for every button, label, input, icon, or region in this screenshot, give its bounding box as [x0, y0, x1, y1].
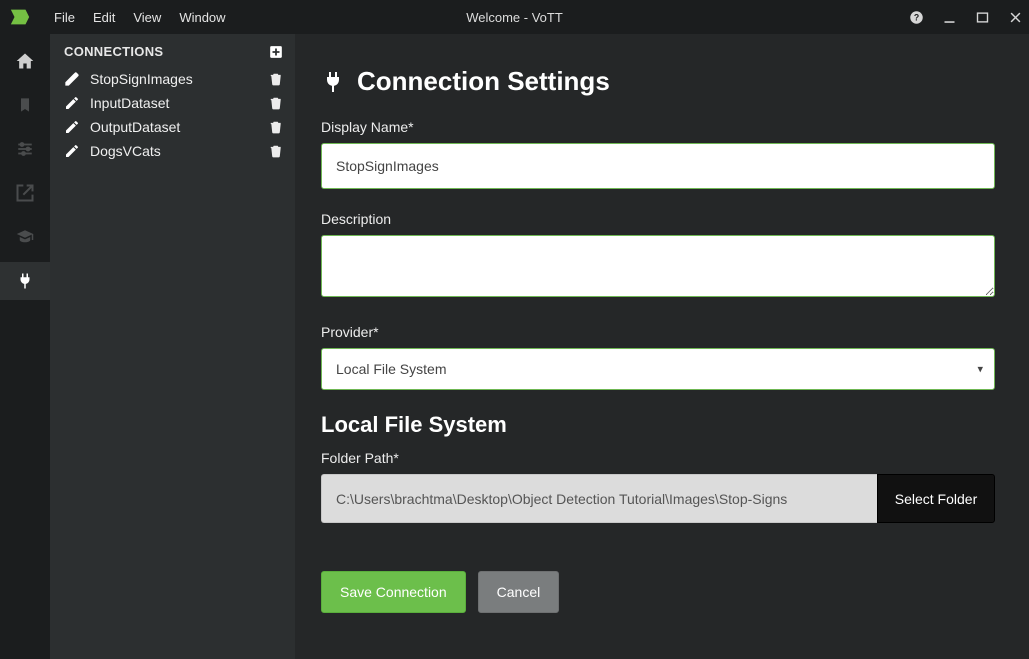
sidebar-item-label: StopSignImages: [90, 71, 193, 87]
section-title: Local File System: [321, 412, 995, 438]
edit-icon: [64, 71, 80, 87]
sidebar-item-label: OutputDataset: [90, 119, 180, 135]
svg-text:?: ?: [914, 12, 919, 22]
select-folder-button[interactable]: Select Folder: [877, 474, 995, 523]
sidebar-title: CONNECTIONS: [64, 44, 163, 59]
delete-icon[interactable]: [269, 71, 283, 87]
provider-label: Provider*: [321, 324, 995, 340]
content: Connection Settings Display Name* Descri…: [295, 34, 1029, 659]
sidebar-item[interactable]: StopSignImages: [50, 67, 295, 91]
app-menu: File Edit View Window: [54, 10, 226, 25]
window-title: Welcome - VoTT: [466, 10, 563, 25]
delete-icon[interactable]: [269, 95, 283, 111]
edit-icon: [64, 143, 80, 159]
menu-view[interactable]: View: [133, 10, 161, 25]
folder-path-input[interactable]: [321, 474, 877, 523]
app-logo: [6, 6, 34, 28]
rail-graduation[interactable]: [0, 218, 50, 256]
menu-window[interactable]: Window: [179, 10, 225, 25]
sidebar-item[interactable]: InputDataset: [50, 91, 295, 115]
titlebar: File Edit View Window Welcome - VoTT ?: [0, 0, 1029, 34]
plug-icon: [321, 69, 345, 95]
page-title: Connection Settings: [357, 66, 610, 97]
add-connection-button[interactable]: [269, 45, 283, 59]
provider-select[interactable]: Local File System: [321, 348, 995, 390]
description-input[interactable]: [321, 235, 995, 297]
sidebar-item-label: DogsVCats: [90, 143, 161, 159]
save-button[interactable]: Save Connection: [321, 571, 466, 613]
menu-file[interactable]: File: [54, 10, 75, 25]
sidebar-item-label: InputDataset: [90, 95, 169, 111]
edit-icon: [64, 95, 80, 111]
edit-icon: [64, 119, 80, 135]
rail-export[interactable]: [0, 174, 50, 212]
rail-sliders[interactable]: [0, 130, 50, 168]
rail-home[interactable]: [0, 42, 50, 80]
minimize-icon[interactable]: [942, 10, 957, 25]
sidebar-item[interactable]: DogsVCats: [50, 139, 295, 163]
delete-icon[interactable]: [269, 119, 283, 135]
sidebar-item[interactable]: OutputDataset: [50, 115, 295, 139]
description-label: Description: [321, 211, 995, 227]
rail-plug[interactable]: [0, 262, 50, 300]
close-icon[interactable]: [1008, 10, 1023, 25]
delete-icon[interactable]: [269, 143, 283, 159]
display-name-label: Display Name*: [321, 119, 995, 135]
folder-path-label: Folder Path*: [321, 450, 995, 466]
display-name-input[interactable]: [321, 143, 995, 189]
rail-bookmark[interactable]: [0, 86, 50, 124]
help-icon[interactable]: ?: [909, 10, 924, 25]
cancel-button[interactable]: Cancel: [478, 571, 560, 613]
maximize-icon[interactable]: [975, 10, 990, 25]
icon-rail: [0, 34, 50, 659]
menu-edit[interactable]: Edit: [93, 10, 115, 25]
sidebar: CONNECTIONS StopSignImages InputDataset …: [50, 34, 295, 659]
